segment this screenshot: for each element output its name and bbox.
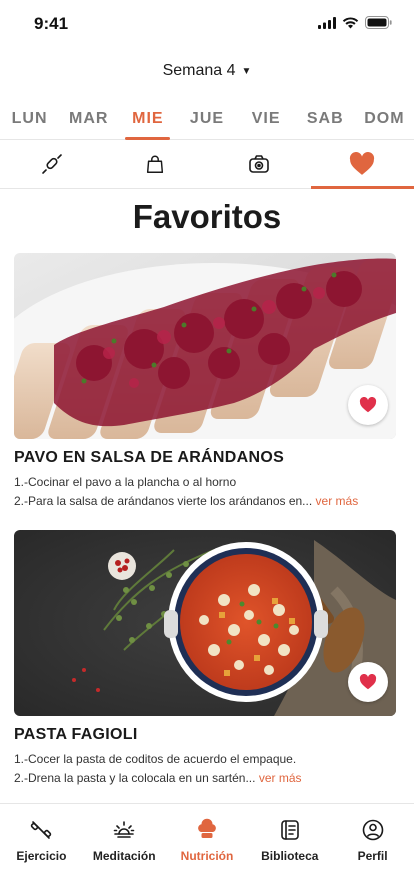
- recipe-step-text: 2.-Para la salsa de arándanos vierte los…: [14, 494, 313, 508]
- recipe-step-1: 1.-Cocer la pasta de coditos de acuerdo …: [14, 752, 396, 766]
- category-tab-favorites[interactable]: [310, 140, 414, 189]
- category-tab-shopping[interactable]: [104, 140, 208, 188]
- recipe-step-2: 2.-Para la salsa de arándanos vierte los…: [14, 494, 396, 508]
- favorite-button[interactable]: [348, 662, 388, 702]
- recipe-title: PASTA FAGIOLI: [14, 726, 138, 743]
- week-label: Semana 4: [162, 62, 236, 79]
- bottom-nav: Ejercicio Meditación Nutrición Bibliotec…: [0, 803, 414, 896]
- pasta-soup-illustration: [14, 530, 396, 716]
- camera-icon: [248, 155, 269, 173]
- status-bar: 9:41: [0, 0, 414, 48]
- day-tabs: LUN MAR MIE JUE VIE SAB DOM: [0, 100, 414, 140]
- profile-icon: [362, 819, 383, 841]
- page-title: Favoritos: [132, 198, 282, 235]
- caret-down-icon: ▼: [241, 65, 252, 77]
- nav-label: Nutrición: [180, 849, 234, 863]
- see-more-link[interactable]: ver más: [316, 494, 359, 508]
- day-tab-dom[interactable]: DOM: [355, 100, 414, 139]
- turkey-cranberry-illustration: [14, 253, 396, 439]
- sunrise-icon: [113, 821, 135, 838]
- nav-label: Perfil: [357, 849, 388, 863]
- recipe-step-text: 1.-Cocer la pasta de coditos de acuerdo …: [14, 752, 297, 766]
- recipe-step-2: 2.-Drena la pasta y la colocala en un sa…: [14, 771, 396, 785]
- heart-icon: [350, 152, 375, 175]
- nav-label: Ejercicio: [16, 849, 67, 863]
- nav-biblioteca[interactable]: Biblioteca: [248, 804, 331, 896]
- nav-perfil[interactable]: Perfil: [331, 804, 414, 896]
- status-icons: [318, 16, 392, 29]
- heart-icon: [359, 397, 377, 413]
- recipe-image-pasta[interactable]: [14, 530, 396, 716]
- nav-ejercicio[interactable]: Ejercicio: [0, 804, 83, 896]
- book-icon: [280, 820, 299, 840]
- recipe-step-text: 1.-Cocinar el pavo a la plancha o al hor…: [14, 475, 237, 489]
- wifi-icon: [342, 16, 359, 28]
- day-tab-mar[interactable]: MAR: [59, 100, 118, 139]
- recipe-image-turkey[interactable]: [14, 253, 396, 439]
- nav-meditacion[interactable]: Meditación: [83, 804, 166, 896]
- shopping-bag-icon: [147, 155, 164, 173]
- day-tab-jue[interactable]: JUE: [177, 100, 236, 139]
- recipe-card[interactable]: PASTA FAGIOLI 1.-Cocer la pasta de codit…: [14, 530, 396, 785]
- nav-label: Biblioteca: [261, 849, 319, 863]
- day-tab-lun[interactable]: LUN: [0, 100, 59, 139]
- status-time: 9:41: [34, 14, 69, 33]
- dumbbell-icon: [31, 821, 52, 839]
- recipe-card[interactable]: PAVO EN SALSA DE ARÁNDANOS 1.-Cocinar el…: [14, 253, 396, 508]
- day-tab-mie[interactable]: MIE: [118, 100, 177, 140]
- nav-nutricion[interactable]: Nutrición: [166, 804, 249, 896]
- category-tab-camera[interactable]: [207, 140, 311, 188]
- rolling-pin-icon: [41, 154, 62, 174]
- cellular-signal-icon: [318, 16, 336, 29]
- category-tabs: [0, 140, 414, 189]
- heart-icon: [359, 674, 377, 690]
- week-selector[interactable]: Semana 4 ▼: [0, 62, 414, 80]
- day-tab-sab[interactable]: SAB: [296, 100, 355, 139]
- see-more-link[interactable]: ver más: [259, 771, 302, 785]
- day-tab-vie[interactable]: VIE: [237, 100, 296, 139]
- favorite-button[interactable]: [348, 385, 388, 425]
- nav-label: Meditación: [92, 849, 156, 863]
- category-tab-cooking[interactable]: [0, 140, 104, 188]
- battery-icon: [365, 16, 392, 29]
- recipe-title: PAVO EN SALSA DE ARÁNDANOS: [14, 449, 285, 466]
- recipe-step-text: 2.-Drena la pasta y la colocala en un sa…: [14, 771, 256, 785]
- chef-hat-icon: [198, 818, 216, 838]
- recipe-step-1: 1.-Cocinar el pavo a la plancha o al hor…: [14, 475, 396, 489]
